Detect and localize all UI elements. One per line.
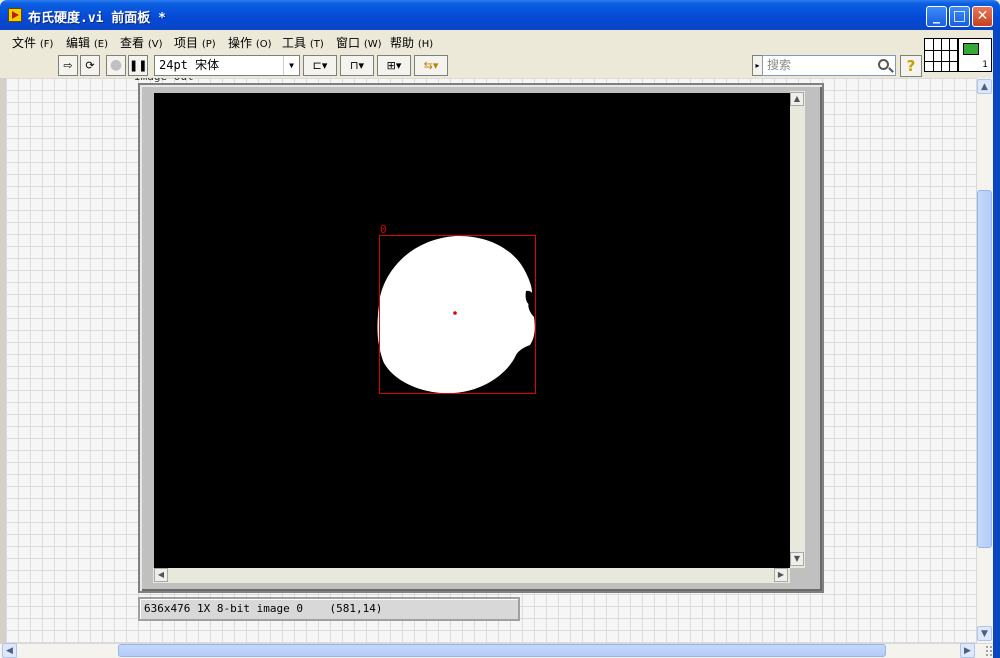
menu-file[interactable]: 文件 (F)	[12, 34, 53, 51]
scroll-up-icon[interactable]: ▲	[790, 92, 804, 106]
align-icon[interactable]: ⊏▾	[303, 55, 337, 76]
help-icon[interactable]: ?	[900, 55, 922, 77]
abort-icon[interactable]: ●	[106, 55, 126, 76]
toolbar: ⇨ ⟳ ● ❚❚ 24pt 宋体 ▼ ⊏▾ ⊓▾ ⊞▾ ⇆▾ ▸ 搜索 ?	[0, 52, 1000, 78]
image-vertical-scrollbar[interactable]: ▲ ▼	[790, 91, 805, 568]
search-icon[interactable]	[878, 59, 889, 70]
search-placeholder: 搜索	[767, 58, 792, 72]
menu-project[interactable]: 项目 (P)	[174, 34, 216, 51]
scroll-right-icon[interactable]: ▶	[774, 568, 788, 582]
search-input[interactable]: 搜索	[762, 55, 896, 76]
run-continuously-icon[interactable]: ⟳	[80, 55, 100, 76]
window-vertical-scroll-thumb[interactable]	[977, 190, 992, 548]
window-title: 布氏硬度.vi 前面板 *	[28, 11, 166, 26]
font-value: 24pt 宋体	[159, 58, 220, 72]
window-scroll-left-icon[interactable]: ◀	[2, 643, 17, 658]
run-arrow-icon[interactable]: ⇨	[58, 55, 78, 76]
image-display[interactable]: 0	[154, 93, 790, 568]
labview-vi-icon[interactable]	[8, 8, 22, 22]
chevron-down-icon: ▼	[283, 56, 299, 75]
vi-icon[interactable]: 1	[958, 38, 992, 72]
window-scroll-right-icon[interactable]: ▶	[960, 643, 975, 658]
vi-icon-number: 1	[982, 60, 988, 70]
window-scroll-down-icon[interactable]: ▼	[977, 626, 992, 641]
menu-tools[interactable]: 工具 (T)	[282, 34, 324, 51]
font-selector[interactable]: 24pt 宋体 ▼	[154, 55, 300, 76]
roi-center-point	[453, 311, 457, 315]
indentation-blob	[377, 235, 535, 394]
menu-help[interactable]: 帮助 (H)	[390, 34, 433, 51]
menu-view[interactable]: 查看 (V)	[120, 34, 163, 51]
connector-pane[interactable]	[924, 38, 958, 72]
pause-icon[interactable]: ❚❚	[128, 55, 148, 76]
maximize-button[interactable]: □	[949, 6, 970, 27]
image-info: 636x476 1X 8-bit image 0	[144, 602, 303, 615]
roi-label: 0	[380, 223, 387, 236]
resize-icon[interactable]: ⊞▾	[377, 55, 411, 76]
vi-screen-icon	[963, 43, 979, 55]
scroll-left-icon[interactable]: ◀	[154, 568, 168, 582]
minimize-button[interactable]: _	[926, 6, 947, 27]
title-bar: 布氏硬度.vi 前面板 * _ □ ✕	[0, 0, 1000, 30]
image-horizontal-scrollbar[interactable]: ◀ ▶	[153, 568, 790, 583]
menu-window[interactable]: 窗口 (W)	[336, 34, 382, 51]
menu-operate[interactable]: 操作 (O)	[228, 34, 272, 51]
distribute-icon[interactable]: ⊓▾	[340, 55, 374, 76]
reorder-icon[interactable]: ⇆▾	[414, 55, 448, 76]
window-horizontal-scroll-thumb[interactable]	[118, 644, 886, 657]
image-status-bar: 636x476 1X 8-bit image 0 (581,14)	[138, 597, 520, 621]
window-scroll-up-icon[interactable]: ▲	[977, 79, 992, 94]
menu-edit[interactable]: 编辑 (E)	[66, 34, 108, 51]
menu-bar: 文件 (F) 编辑 (E) 查看 (V) 项目 (P) 操作 (O) 工具 (T…	[0, 30, 1000, 52]
scroll-down-icon[interactable]: ▼	[790, 552, 804, 566]
cursor-coordinates: (581,14)	[329, 602, 383, 615]
right-window-edge	[993, 30, 1000, 658]
search-expand-icon[interactable]: ▸	[752, 55, 762, 76]
close-button[interactable]: ✕	[972, 6, 993, 27]
image-svg: 0	[377, 223, 536, 394]
